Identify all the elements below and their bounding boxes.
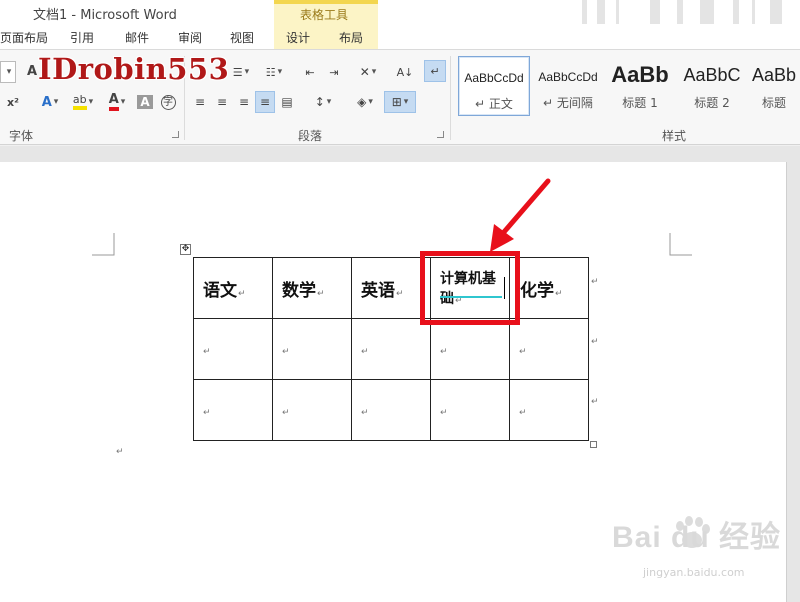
ribbon-tabs (0, 25, 800, 49)
numbering-icon[interactable]: ☰ (226, 61, 256, 83)
style-name: 标题 1 (622, 96, 658, 110)
row-end-mark: ↵ (591, 277, 599, 287)
multilevel-list-icon[interactable]: ☷ (259, 61, 289, 83)
style-title[interactable]: AaBb 标题 (748, 56, 800, 116)
table-cell[interactable]: ↵ (272, 318, 352, 380)
row-end-mark: ↵ (591, 337, 599, 347)
tab-review[interactable]: 审阅 (178, 29, 202, 46)
table-row: ↵ ↵ ↵ ↵ ↵ (193, 379, 589, 441)
group-styles-label: 样式 (662, 129, 687, 143)
tab-layout[interactable]: 页面布局 (0, 29, 48, 46)
table-cell[interactable]: ↵ (509, 318, 589, 380)
table-cell[interactable]: ↵ (193, 318, 273, 380)
shading-icon[interactable]: ◈ (350, 91, 380, 113)
decor-stripe (733, 0, 739, 24)
table-cell[interactable]: ↵ (509, 379, 589, 441)
borders-icon[interactable]: ⊞ (384, 91, 416, 113)
line-spacing-icon[interactable]: ↕ (308, 91, 338, 113)
table-cell[interactable]: ↵ (430, 379, 510, 441)
align-center-icon[interactable]: ≡ (212, 91, 232, 113)
superscript-icon[interactable]: x² (4, 91, 22, 113)
table-cell[interactable]: 语文↵ (193, 257, 273, 319)
annotation-arrow-icon (490, 178, 551, 252)
decrease-indent-icon[interactable]: ⇤ (299, 61, 321, 83)
enclose-char-icon[interactable]: 字 (158, 91, 178, 113)
align-left-icon[interactable]: ≡ (190, 91, 210, 113)
increase-indent-icon[interactable]: ⇥ (323, 61, 345, 83)
font-size-dropdown[interactable] (0, 61, 16, 83)
annotation-box (420, 251, 520, 325)
watermark-id: IDrobin553 (38, 52, 230, 86)
highlight-color-icon[interactable]: ab (68, 91, 98, 113)
decor-stripe (597, 0, 605, 24)
justify-icon[interactable]: ≡ (255, 91, 275, 113)
decor-stripe (770, 0, 782, 24)
style-normal[interactable]: AaBbCcDd ↵ 正文 (458, 56, 530, 116)
page-corner-mark (92, 233, 115, 256)
table-cell[interactable]: 英语↵ (351, 257, 431, 319)
table-cell[interactable]: ↵ (351, 379, 431, 441)
tab-references[interactable]: 引用 (70, 29, 94, 46)
style-no-spacing[interactable]: AaBbCcDd ↵ 无间隔 (532, 56, 604, 116)
row-end-mark: ↵ (591, 397, 599, 407)
table-tools-label: 表格工具 (300, 8, 349, 22)
group-font-label: 字体 (9, 129, 34, 143)
style-heading-2[interactable]: AaBbC 标题 2 (676, 56, 748, 116)
table-cell[interactable]: 数学↵ (272, 257, 352, 319)
sort-icon[interactable]: A↓ (394, 61, 416, 83)
table-cell[interactable]: 化学↵ (509, 257, 589, 319)
text-effects-icon[interactable]: A (35, 91, 65, 113)
decor-stripe (677, 0, 683, 24)
show-marks-icon[interactable]: ↵ (424, 60, 446, 82)
paragraph-mark: ↵ (116, 447, 124, 457)
table-tools-header: 表格工具 (274, 0, 378, 25)
document-table[interactable]: 语文↵ 数学↵ 英语↵ 计算机基础↵ 化学↵ ↵ ↵ ↵ ↵ ↵ ↵ ↵ ↵ ↵… (193, 257, 589, 441)
table-move-handle-icon[interactable]: ✥ (180, 244, 191, 255)
table-cell[interactable]: ↵ (351, 318, 431, 380)
page-corner-mark (669, 233, 692, 256)
decor-stripe (700, 0, 714, 24)
group-paragraph-label: 段落 (298, 129, 323, 143)
tab-mailings[interactable]: 邮件 (125, 29, 149, 46)
decor-stripe (650, 0, 660, 24)
style-name: ↵ 正文 (475, 97, 513, 111)
table-row: 语文↵ 数学↵ 英语↵ 计算机基础↵ 化学↵ (193, 257, 589, 319)
table-cell[interactable]: ↵ (272, 379, 352, 441)
char-shading-icon[interactable]: A (136, 91, 154, 113)
style-name: 标题 2 (694, 96, 730, 110)
decor-stripe (752, 0, 755, 24)
decor-stripe (616, 0, 619, 24)
style-name: 标题 (761, 96, 786, 110)
tab-table-design[interactable]: 设计 (286, 29, 310, 46)
asian-layout-icon[interactable]: ✕ (353, 61, 383, 83)
table-resize-handle[interactable] (590, 441, 597, 448)
baidu-watermark-url: jingyan.baidu.com (643, 566, 745, 579)
tab-table-layout[interactable]: 布局 (339, 29, 363, 46)
font-dialog-launcher[interactable] (172, 131, 179, 138)
table-row: ↵ ↵ ↵ ↵ ↵ (193, 318, 589, 380)
distributed-icon[interactable]: ▤ (277, 91, 297, 113)
align-right-icon[interactable]: ≡ (234, 91, 254, 113)
style-name: ↵ 无间隔 (543, 96, 593, 110)
paragraph-dialog-launcher[interactable] (437, 131, 444, 138)
window-title: 文档1 - Microsoft Word (33, 8, 177, 23)
tab-view[interactable]: 视图 (230, 29, 254, 46)
style-heading-1[interactable]: AaBb 标题 1 (604, 56, 676, 116)
table-cell[interactable]: ↵ (193, 379, 273, 441)
styles-gallery: AaBbCcDd ↵ 正文 AaBbCcDd ↵ 无间隔 AaBb 标题 1 A… (456, 56, 800, 118)
baidu-watermark: Bai du 经验 (612, 521, 782, 554)
font-color-icon[interactable]: A (102, 91, 132, 113)
table-cell[interactable]: ↵ (430, 318, 510, 380)
group-separator (450, 56, 451, 140)
decor-stripe (582, 0, 587, 24)
